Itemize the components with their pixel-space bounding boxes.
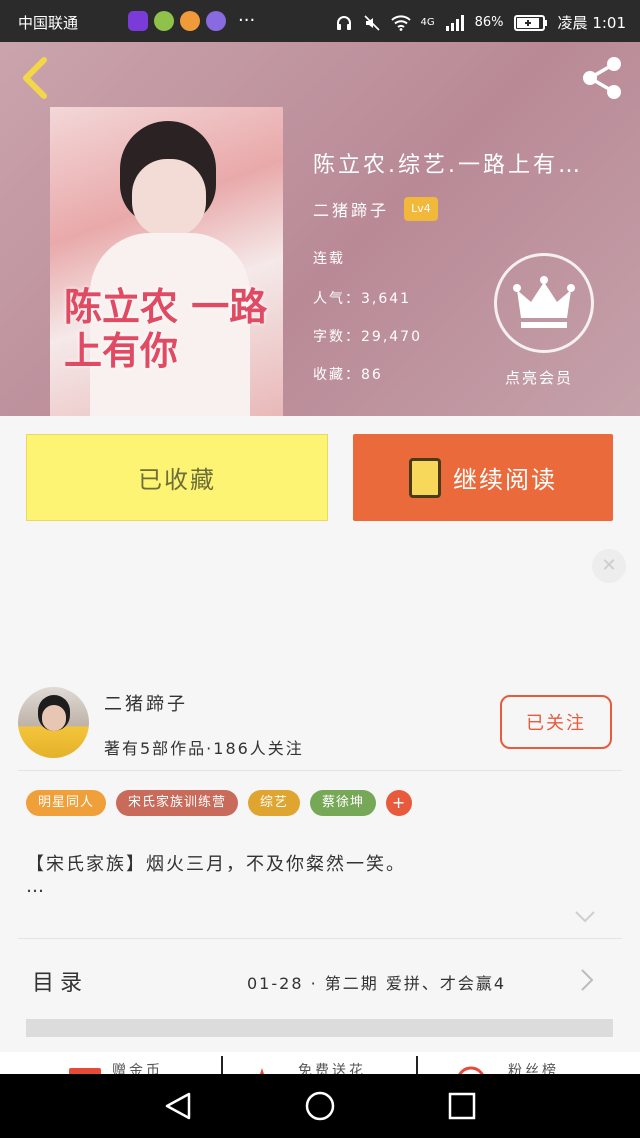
- more-notifications-icon: ···: [238, 10, 256, 31]
- app-notification-icon: [180, 11, 200, 31]
- collected-button[interactable]: 已收藏: [26, 434, 328, 521]
- home-icon[interactable]: [304, 1090, 336, 1122]
- bottom-tab-fan-rank[interactable]: 粉丝榜: [508, 1060, 559, 1074]
- book-icon: [409, 457, 441, 498]
- section-gap: [26, 1019, 613, 1037]
- bottom-tab-coins[interactable]: 赠金币: [112, 1060, 163, 1074]
- divider: [18, 770, 622, 771]
- follow-button[interactable]: 已关注: [500, 695, 612, 749]
- book-author[interactable]: 二猪蹄子: [313, 197, 389, 221]
- mute-icon: [363, 14, 380, 31]
- tag-chip[interactable]: 宋氏家族训练营: [116, 790, 239, 816]
- tag-chip[interactable]: 明星同人: [26, 790, 107, 816]
- system-navigation-bar: [0, 1074, 640, 1138]
- signal-icon: [445, 14, 464, 31]
- book-word-count: 字数：29,470: [313, 329, 422, 345]
- app-notification-icon: [154, 11, 174, 31]
- bottom-action-bar: 赠金币 免费送花 粉丝榜: [0, 1052, 640, 1074]
- add-tag-button[interactable]: +: [386, 790, 413, 816]
- divider: [416, 1056, 418, 1074]
- status-bar: 中国联通 ··· 4G 86% 凌晨 1:01: [0, 0, 640, 42]
- tag-list: 明星同人 宋氏家族训练营 综艺 蔡徐坤 +: [26, 790, 413, 816]
- back-arrow-icon[interactable]: [18, 56, 52, 100]
- chevron-right-icon: [581, 969, 594, 991]
- app-notification-icon: [206, 11, 226, 31]
- author-stats: 著有5部作品·186人关注: [104, 739, 304, 758]
- collected-button-label: 已收藏: [138, 466, 216, 494]
- gift-coin-icon: [69, 1068, 101, 1074]
- continue-reading-button[interactable]: 继续阅读: [353, 434, 613, 521]
- recent-apps-icon[interactable]: [448, 1092, 476, 1120]
- back-icon[interactable]: [164, 1091, 192, 1121]
- author-name[interactable]: 二猪蹄子: [104, 690, 188, 716]
- book-popularity: 人气：3,641: [313, 291, 412, 307]
- fan-rank-icon: [458, 1066, 484, 1074]
- follow-button-label: 已关注: [526, 713, 586, 734]
- vip-crown-button[interactable]: [494, 253, 594, 353]
- divider: [18, 938, 622, 939]
- continue-reading-label: 继续阅读: [453, 466, 557, 494]
- book-favorites: 收藏：86: [313, 367, 383, 383]
- vip-crown-label: 点亮会员: [505, 369, 574, 387]
- network-type: 4G: [420, 17, 435, 28]
- flower-icon: [260, 1068, 264, 1074]
- author-level-badge: Lv4: [404, 197, 438, 221]
- tag-chip[interactable]: 综艺: [248, 790, 301, 816]
- book-status: 连载: [313, 251, 345, 267]
- book-intro: 【宋氏家族】烟火三月，不及你粲然一笑。: [26, 854, 406, 875]
- cover-figure-face: [132, 159, 206, 237]
- divider: [221, 1056, 223, 1074]
- book-title: 陈立农.综艺.一路上有…: [313, 153, 583, 178]
- wifi-icon: [390, 14, 411, 31]
- battery-icon: [513, 14, 547, 31]
- author-avatar[interactable]: [18, 687, 89, 758]
- bottom-tab-flowers[interactable]: 免费送花: [298, 1060, 366, 1074]
- toc-label: 目录: [32, 971, 89, 996]
- carrier-label: 中国联通: [18, 14, 79, 32]
- share-icon[interactable]: [578, 54, 626, 102]
- toc-latest-chapter: 01-28 · 第二期 爱拼、才会赢4: [247, 974, 507, 993]
- crown-icon: [513, 276, 575, 328]
- notification-icons: [128, 11, 226, 31]
- battery-percent: 86%: [474, 15, 504, 30]
- intro-ellipsis: …: [26, 876, 44, 897]
- system-indicators: 4G 86% 凌晨 1:01: [335, 12, 626, 33]
- book-cover[interactable]: 陈立农 一路上有你: [50, 107, 283, 416]
- headset-icon: [336, 15, 351, 30]
- clock: 凌晨 1:01: [557, 14, 626, 32]
- chevron-down-icon[interactable]: [574, 910, 596, 924]
- close-icon[interactable]: ✕: [592, 549, 626, 583]
- app-notification-icon: [128, 11, 148, 31]
- tag-chip[interactable]: 蔡徐坤: [310, 790, 377, 816]
- cover-title: 陈立农 一路上有你: [64, 284, 268, 373]
